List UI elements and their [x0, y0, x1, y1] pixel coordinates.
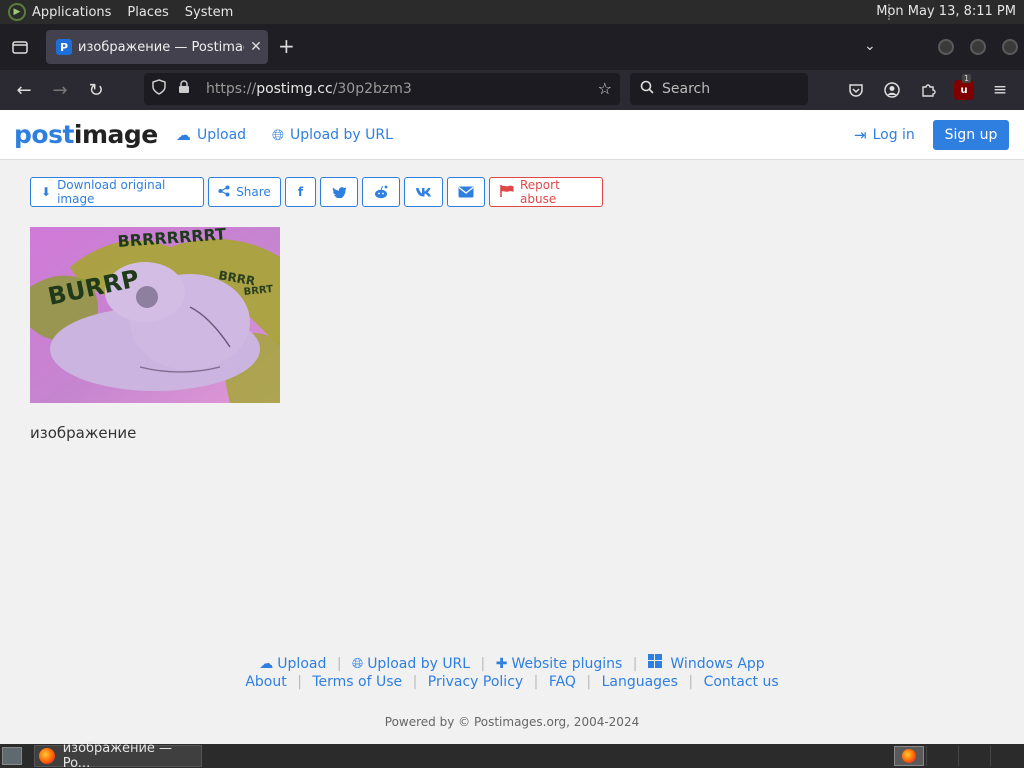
footer-contact-link[interactable]: Contact us — [704, 674, 779, 690]
browser-tab-bar: P изображение — Postimage ✕ + ⌄ — [0, 24, 1024, 70]
forward-arrow-icon[interactable]: → — [48, 78, 72, 102]
firefox-icon — [39, 748, 55, 764]
cloud-upload-icon: ☁ — [176, 126, 191, 144]
extensions-puzzle-icon[interactable] — [918, 80, 938, 100]
footer-faq-link[interactable]: FAQ — [549, 674, 576, 690]
download-icon: ⬇ — [41, 185, 52, 199]
flag-icon — [500, 184, 514, 200]
applications-menu[interactable]: Applications — [32, 5, 111, 20]
url-text[interactable]: https://postimg.cc/30p2bzm3 — [206, 81, 412, 97]
login-icon: ⇥ — [854, 126, 867, 144]
footer-globe-icon: 🌐︎ — [351, 656, 364, 672]
places-menu[interactable]: Places — [127, 5, 168, 20]
search-placeholder: Search — [662, 81, 711, 97]
image-caption: изображение — [30, 424, 137, 442]
new-tab-icon[interactable]: + — [278, 36, 295, 56]
lock-icon[interactable] — [178, 80, 196, 98]
footer-privacy-link[interactable]: Privacy Policy — [428, 674, 523, 690]
account-icon[interactable] — [882, 80, 902, 100]
clock[interactable]: Mon May 13, 8:11 PM — [876, 4, 1016, 19]
footer-website-plugins-link[interactable]: Website plugins — [511, 656, 622, 672]
image-actions: ⬇ Download original image Share f Report… — [30, 177, 603, 207]
report-abuse-button[interactable]: Report abuse — [489, 177, 603, 207]
show-desktop-icon[interactable] — [2, 747, 22, 765]
uploaded-image[interactable]: BRRRRRRRT BURRP BRRR BRRT — [30, 227, 280, 403]
hamburger-menu-icon[interactable]: ≡ — [990, 80, 1010, 100]
taskbar-firefox-window[interactable]: изображение — Po... — [34, 741, 202, 768]
tab-overflow-chevron-icon[interactable]: ⌄ — [864, 38, 876, 54]
tracking-shield-icon[interactable] — [152, 79, 172, 99]
tab-list-icon[interactable] — [0, 24, 40, 70]
footer-puzzle-icon: ✚ — [495, 656, 508, 672]
reload-icon[interactable]: ↻ — [84, 78, 108, 102]
footer-cloud-upload-icon: ☁ — [259, 656, 274, 672]
footer-about-link[interactable]: About — [245, 674, 286, 690]
back-arrow-icon[interactable]: ← — [12, 78, 36, 102]
header-upload-by-url-link[interactable]: 🌐︎ Upload by URL — [272, 126, 393, 144]
footer-windows-icon — [647, 654, 666, 672]
workspace-2[interactable] — [926, 746, 956, 766]
uploaded-image-artwork: BRRRRRRRT BURRP BRRR BRRT — [30, 227, 280, 403]
globe-icon: 🌐︎ — [272, 126, 285, 144]
facebook-share-icon[interactable]: f — [285, 177, 316, 207]
footer-upload-link[interactable]: Upload — [277, 656, 326, 672]
tab-close-icon[interactable]: ✕ — [244, 39, 268, 55]
os-logo-icon[interactable]: ▶ — [8, 3, 26, 21]
minimize-window-icon[interactable] — [938, 39, 954, 55]
footer-terms-link[interactable]: Terms of Use — [312, 674, 402, 690]
browser-nav-bar: ← → ↻ https://postimg.cc/30p2bzm3 ☆ Sear… — [0, 70, 1024, 110]
browser-tab-active[interactable]: P изображение — Postimage ✕ — [46, 30, 268, 64]
search-input[interactable]: Search — [630, 73, 808, 105]
share-icon — [218, 185, 230, 200]
twitter-share-icon[interactable] — [320, 177, 358, 207]
pocket-icon[interactable] — [846, 80, 866, 100]
footer-languages-link[interactable]: Languages — [602, 674, 678, 690]
postimage-logo[interactable]: postimage — [14, 120, 158, 149]
firefox-tray-icon — [902, 749, 916, 763]
address-bar[interactable]: https://postimg.cc/30p2bzm3 ☆ — [144, 73, 620, 105]
site-header: postimage ☁ Upload 🌐︎ Upload by URL ⇥ Lo… — [0, 110, 1024, 160]
search-icon — [640, 80, 654, 98]
signup-button[interactable]: Sign up — [933, 120, 1009, 150]
reddit-share-icon[interactable] — [362, 177, 400, 207]
maximize-window-icon[interactable] — [970, 39, 986, 55]
system-menu[interactable]: System — [185, 5, 233, 20]
bottom-taskbar: изображение — Po... — [0, 741, 1024, 768]
header-login-link[interactable]: ⇥ Log in — [854, 126, 915, 144]
tab-title: изображение — Postimage — [78, 39, 244, 55]
ublock-badge: 1 — [962, 74, 972, 83]
email-share-icon[interactable] — [447, 177, 485, 207]
share-button[interactable]: Share — [208, 177, 281, 207]
workspace-1[interactable] — [894, 746, 924, 766]
download-original-button[interactable]: ⬇ Download original image — [30, 177, 204, 207]
vk-share-icon[interactable] — [404, 177, 443, 207]
powered-by-text: Powered by © Postimages.org, 2004-2024 — [384, 715, 640, 729]
bookmark-star-icon[interactable]: ☆ — [598, 79, 612, 98]
footer-links-primary: ☁ Upload | 🌐︎ Upload by URL | ✚ Website plu… — [259, 654, 765, 672]
postimage-favicon-icon: P — [56, 39, 72, 55]
footer-links-secondary: About | Terms of Use | Privacy Policy | … — [245, 674, 779, 690]
close-window-icon[interactable] — [1002, 39, 1018, 55]
header-upload-link[interactable]: ☁ Upload — [176, 126, 246, 144]
workspace-4[interactable] — [990, 746, 1020, 766]
workspace-3[interactable] — [958, 746, 988, 766]
footer-upload-by-url-link[interactable]: Upload by URL — [367, 656, 470, 672]
ublock-origin-icon[interactable]: u — [954, 80, 974, 100]
system-top-panel: ▶ Applications Places System Mon May 13,… — [0, 0, 1024, 24]
footer-windows-app-link[interactable]: Windows App — [670, 656, 764, 672]
